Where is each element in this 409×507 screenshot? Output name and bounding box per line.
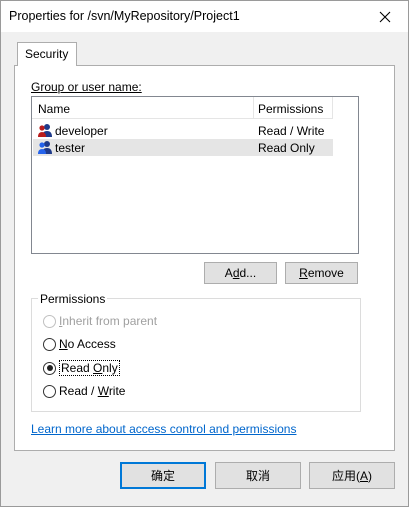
group-or-user-label: Group or user name: [31,80,142,94]
radio-label: Read / Write [59,384,126,398]
user-name: tester [55,141,86,155]
apply-button[interactable]: 应用(A) [309,462,395,489]
list-item-developer[interactable]: developer Read / Write [33,122,333,139]
user-icon [38,141,52,154]
user-list[interactable]: Name Permissions developer Read / Write [31,96,359,254]
user-permission: Read Only [258,141,315,155]
security-panel: Group or user name: Name Permissions dev… [14,65,395,451]
radio-label: Read Only [59,360,120,376]
remove-button[interactable]: Remove [285,262,358,284]
properties-dialog: Properties for /svn/MyRepository/Project… [0,0,409,507]
radio-button[interactable] [43,384,56,398]
cancel-button[interactable]: 取消 [215,462,301,489]
learn-more-link[interactable]: Learn more about access control and perm… [31,422,296,436]
permissions-legend: Permissions [38,292,108,306]
radio-button[interactable] [43,337,56,351]
radio-button[interactable] [43,314,56,328]
radio-label: No Access [59,337,116,351]
column-header-name[interactable]: Name [38,102,70,116]
radio-no-access[interactable]: No Access [43,336,116,352]
radio-button[interactable] [43,361,56,375]
window-title: Properties for /svn/MyRepository/Project… [9,9,240,23]
user-permission: Read / Write [258,124,325,138]
list-header: Name Permissions [32,97,333,119]
ok-button[interactable]: 确定 [120,462,206,489]
column-divider[interactable] [253,97,254,119]
tab-security[interactable]: Security [17,42,77,66]
radio-label: Inherit from parent [59,314,158,328]
column-header-permissions[interactable]: Permissions [258,102,323,116]
user-name: developer [55,124,108,138]
add-button[interactable]: Ad d... [204,262,277,284]
column-divider[interactable] [332,97,333,119]
close-icon [379,11,391,22]
list-item-tester[interactable]: tester Read Only [33,139,333,156]
title-bar: Properties for /svn/MyRepository/Project… [1,1,408,32]
radio-inherit-from-parent[interactable]: Inherit from parent [43,313,157,329]
user-icon [38,124,52,137]
radio-read-write[interactable]: Read / Write [43,383,125,399]
close-button[interactable] [362,1,408,32]
radio-read-only[interactable]: Read Only [43,360,120,376]
